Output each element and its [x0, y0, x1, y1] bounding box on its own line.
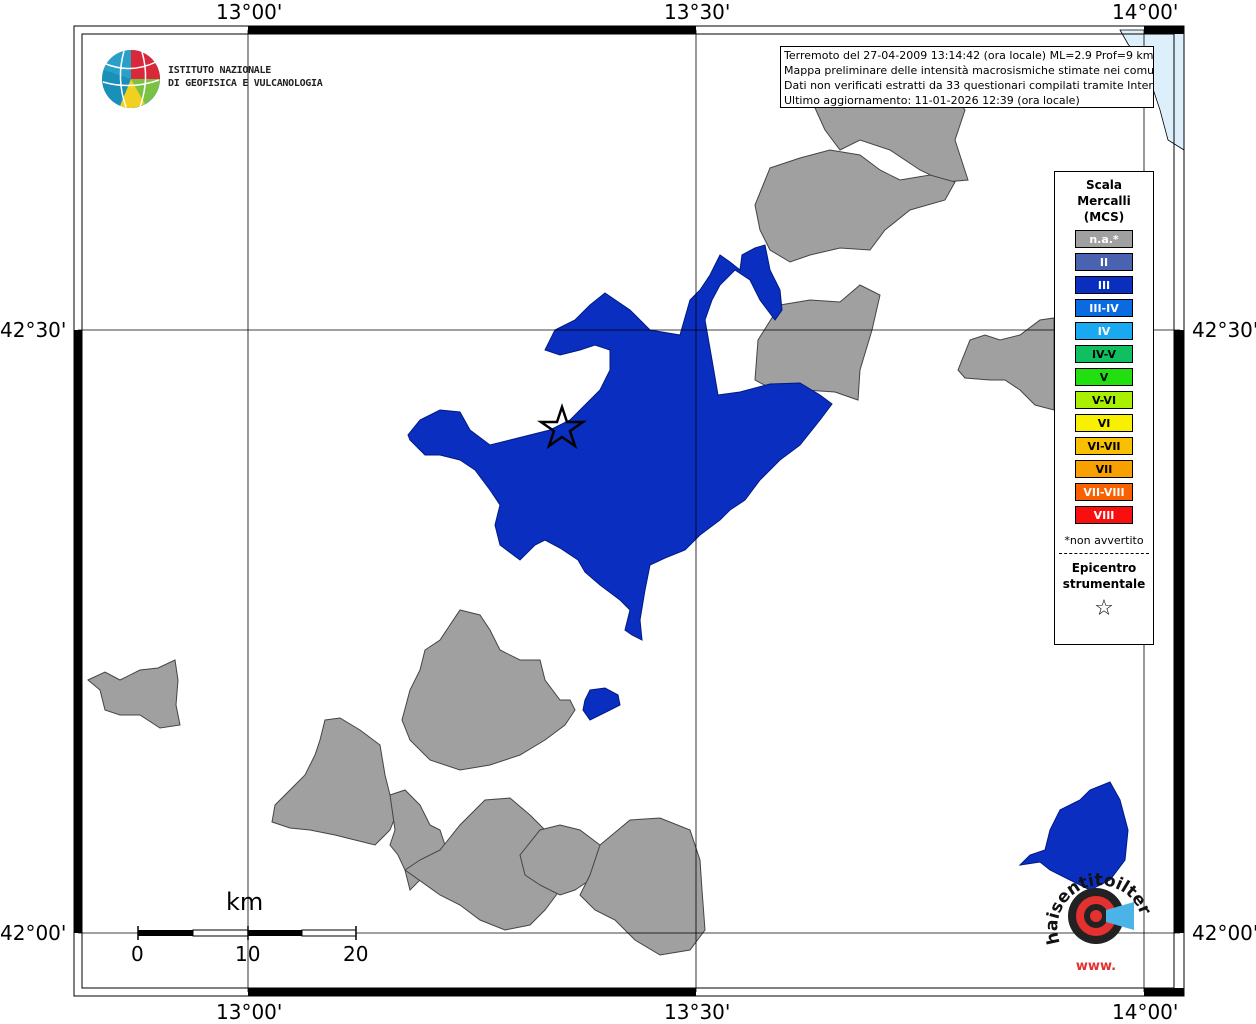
logo-www-text: www. [1076, 959, 1116, 974]
legend-epicenter-label: Epicentro strumentale [1055, 560, 1153, 592]
legend-item-5: IV-V [1075, 345, 1133, 363]
haisentito-logo: haisentitoilterremoto.it www. [1030, 858, 1155, 974]
event-info-line2: Mappa preliminare delle intensità macros… [784, 64, 1154, 77]
event-info-box: Terremoto del 27-04-2009 13:14:42 (ora l… [780, 46, 1154, 108]
legend-item-2: III [1075, 276, 1133, 294]
lat-label-right-4230: 42°30' [1192, 318, 1256, 342]
legend-title-line2: Mercalli [1077, 194, 1131, 208]
legend-item-1: II [1075, 253, 1133, 271]
legend-note: *non avvertito [1064, 534, 1144, 547]
ingv-name-line2: DI GEOFISICA E VULCANOLOGIA [168, 78, 323, 89]
scale-tick-10: 10 [235, 942, 261, 966]
lon-label-bottom-1300: 13°00' [216, 1000, 283, 1024]
lat-label-left-4230: 42°30' [0, 318, 67, 342]
legend-item-8: VI [1075, 414, 1133, 432]
event-info-line4: Ultimo aggiornamento: 11-01-2026 12:39 (… [784, 94, 1080, 107]
ingv-institute-name: ISTITUTO NAZIONALE DI GEOFISICA E VULCAN… [168, 64, 323, 90]
ingv-globe-logo [102, 50, 160, 108]
lat-label-left-4200: 42°00' [0, 921, 67, 945]
legend-title: Scala Mercalli (MCS) [1055, 177, 1153, 225]
event-info-line1: Terremoto del 27-04-2009 13:14:42 (ora l… [784, 49, 1154, 62]
legend-item-7: V-VI [1075, 391, 1133, 409]
legend-item-3: III-IV [1075, 299, 1133, 317]
lon-label-top-1300: 13°00' [216, 0, 283, 24]
legend-star-icon: ☆ [1094, 596, 1114, 621]
mcs-legend: Scala Mercalli (MCS) n.a.* II III III-IV IV I… [1054, 171, 1154, 645]
scale-tick-0: 0 [131, 942, 144, 966]
legend-epicenter-line1: Epicentro [1071, 561, 1137, 575]
legend-item-12: VIII [1075, 506, 1133, 524]
legend-item-4: IV [1075, 322, 1133, 340]
legend-item-0: n.a.* [1075, 230, 1133, 248]
legend-items: n.a.* II III III-IV IV IV-V V V-VI VI VI-VII VII VI… [1055, 230, 1153, 524]
event-info-line3: Dati non verificati estratti da 33 quest… [784, 79, 1154, 92]
lat-label-right-4200: 42°00' [1192, 921, 1256, 945]
legend-separator [1059, 553, 1149, 554]
legend-item-9: VI-VII [1075, 437, 1133, 455]
ingv-name-line1: ISTITUTO NAZIONALE [168, 65, 271, 76]
scale-tick-20: 20 [343, 942, 369, 966]
legend-item-6: V [1075, 368, 1133, 386]
legend-title-line1: Scala [1085, 178, 1123, 192]
legend-epicenter-line2: strumentale [1062, 577, 1146, 591]
legend-item-10: VII [1075, 460, 1133, 478]
lon-label-bottom-1400: 14°00' [1112, 1000, 1179, 1024]
legend-item-11: VII-VIII [1075, 483, 1133, 501]
lon-label-top-1330: 13°30' [664, 0, 731, 24]
lon-label-top-1400: 14°00' [1112, 0, 1179, 24]
legend-title-line3: (MCS) [1083, 210, 1125, 224]
scale-unit-label: km [226, 888, 264, 916]
lon-label-bottom-1330: 13°30' [664, 1000, 731, 1024]
